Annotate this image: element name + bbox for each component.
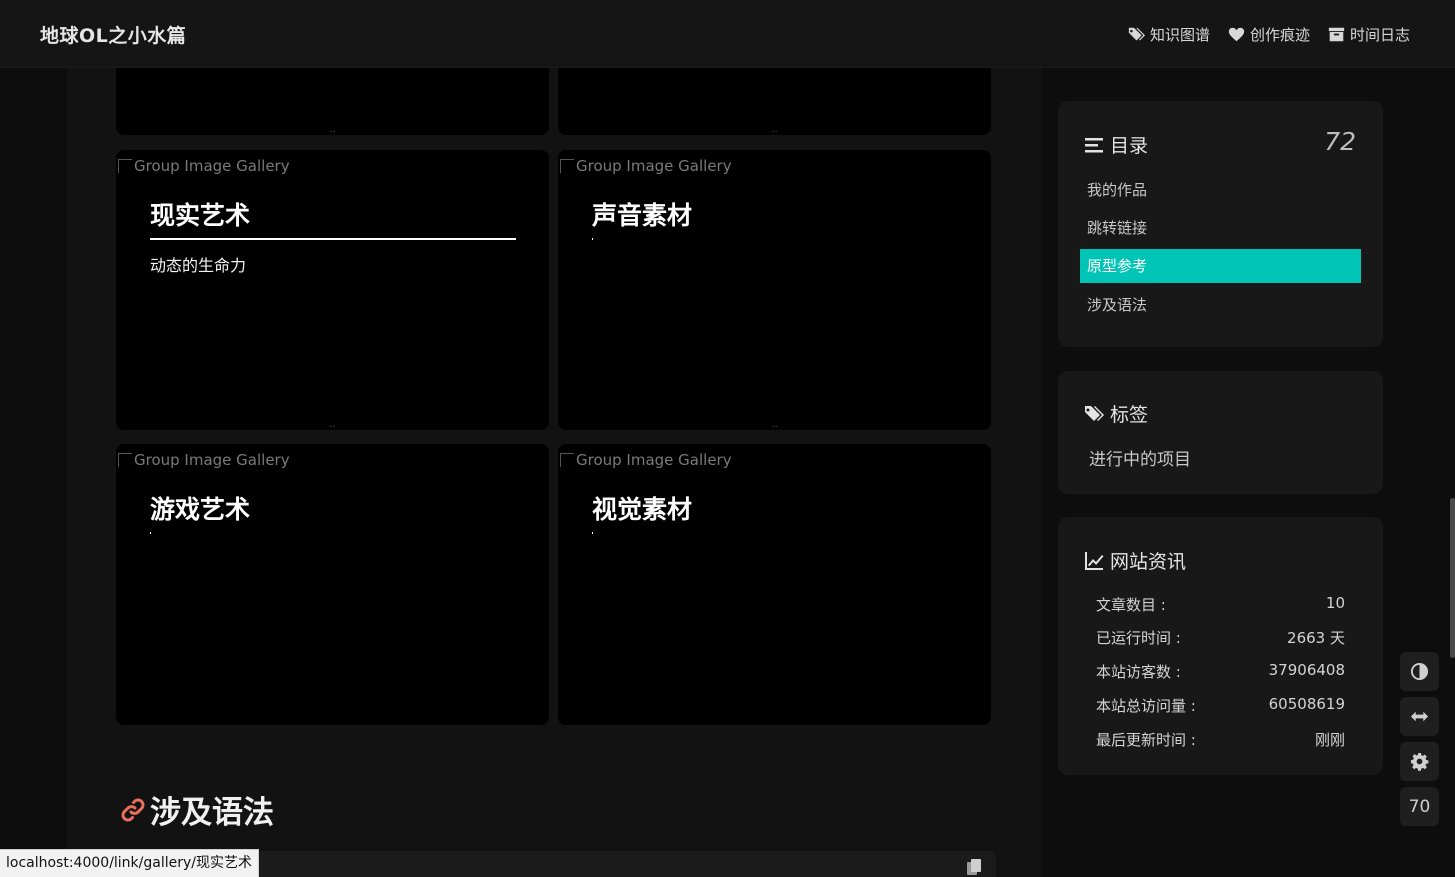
- stat-value: 刚刚: [1314, 731, 1345, 749]
- header: 地球OL之小水篇 知识图谱 创作痕迹 时间日志: [0, 0, 1455, 68]
- settings-button[interactable]: [1400, 742, 1439, 781]
- archive-icon: [1328, 27, 1345, 42]
- gallery-card-game-art[interactable]: Group Image Gallery 游戏艺术: [116, 444, 549, 725]
- line-chart-icon: [1085, 551, 1104, 570]
- card-footer: ··: [558, 425, 991, 430]
- toc-title: 目录: [1110, 135, 1149, 157]
- gallery-card-realistic-art[interactable]: Group Image Gallery 现实艺术 动态的生命力 ··: [116, 150, 549, 430]
- stat-label: 最后更新时间 :: [1096, 731, 1196, 749]
- card-title: 现实艺术: [150, 201, 251, 230]
- broken-image: Group Image Gallery: [118, 451, 290, 469]
- toc-card: 目录 72 我的作品 跳转链接 原型参考 涉及语法: [1058, 101, 1383, 347]
- title-underline: [150, 532, 151, 534]
- nav-item-knowledge-graph[interactable]: 知识图谱: [1128, 24, 1210, 45]
- nav-item-creation-traces[interactable]: 创作痕迹: [1228, 24, 1310, 45]
- toc-item-syntax[interactable]: 涉及语法: [1080, 288, 1361, 322]
- stat-row-article-count: 文章数目 : 10: [1096, 594, 1345, 615]
- title-underline: [150, 238, 516, 240]
- stat-value: 10: [1325, 594, 1345, 612]
- nav-item-time-log[interactable]: 时间日志: [1328, 24, 1410, 45]
- toc-item-jump-links[interactable]: 跳转链接: [1080, 211, 1361, 245]
- broken-image-icon: [560, 159, 574, 173]
- section-heading: 涉及语法: [118, 787, 274, 832]
- stat-row-last-update: 最后更新时间 : 刚刚: [1096, 729, 1345, 750]
- image-alt-text: Group Image Gallery: [134, 451, 290, 469]
- dark-mode-toggle-button[interactable]: [1400, 652, 1439, 691]
- half-circle-icon: [1410, 662, 1429, 681]
- card-footer: ··: [116, 425, 549, 430]
- card-footer: ··: [116, 130, 549, 135]
- broken-image: Group Image Gallery: [560, 451, 732, 469]
- card-footer: ··: [558, 130, 991, 135]
- card-description: 动态的生命力: [150, 256, 247, 275]
- site-info-header: 网站资讯: [1084, 547, 1186, 574]
- gear-icon: [1410, 752, 1429, 771]
- stat-row-uptime: 已运行时间 : 2663 天: [1096, 627, 1345, 648]
- stat-value: 60508619: [1268, 695, 1345, 713]
- site-title[interactable]: 地球OL之小水篇: [40, 21, 186, 48]
- broken-image: Group Image Gallery: [118, 157, 290, 175]
- tags-header: 标签: [1084, 400, 1148, 427]
- card-title: 视觉素材: [592, 495, 693, 524]
- tag-link[interactable]: 进行中的项目: [1089, 445, 1191, 470]
- copy-icon[interactable]: [966, 858, 982, 876]
- stat-value: 37906408: [1268, 661, 1345, 679]
- toc-item-prototype-reference[interactable]: 原型参考: [1080, 249, 1361, 283]
- toc-header: 目录: [1084, 131, 1148, 158]
- tags-icon: [1085, 405, 1104, 421]
- card-title: 声音素材: [592, 201, 693, 230]
- broken-image: Group Image Gallery: [560, 157, 732, 175]
- broken-image-icon: [560, 453, 574, 467]
- scroll-to-top-button[interactable]: 70: [1400, 787, 1439, 826]
- stat-label: 本站总访问量 :: [1096, 697, 1196, 715]
- stat-row-visitors: 本站访客数 : 37906408: [1096, 661, 1345, 682]
- arrows-horizontal-icon: [1410, 711, 1429, 722]
- heart-icon: [1228, 27, 1245, 42]
- toggle-width-button[interactable]: [1400, 697, 1439, 736]
- toc-progress: 72: [1324, 127, 1356, 156]
- page: 地球OL之小水篇 知识图谱 创作痕迹 时间日志 ·· ·· Group Imag…: [0, 0, 1455, 877]
- stat-label: 本站访客数 :: [1096, 663, 1181, 681]
- stat-value: 2663 天: [1287, 629, 1345, 647]
- image-alt-text: Group Image Gallery: [576, 451, 732, 469]
- nav-menu: 知识图谱 创作痕迹 时间日志: [1128, 24, 1410, 45]
- nav-item-label: 创作痕迹: [1249, 26, 1310, 44]
- nav-item-label: 知识图谱: [1149, 26, 1210, 44]
- image-alt-text: Group Image Gallery: [576, 157, 732, 175]
- broken-image-icon: [118, 159, 132, 173]
- gallery-card-visual-assets[interactable]: Group Image Gallery 视觉素材: [558, 444, 991, 725]
- list-icon: [1085, 137, 1103, 152]
- tags-icon: [1128, 27, 1145, 41]
- link-icon: [121, 798, 145, 821]
- toc-item-my-works[interactable]: 我的作品: [1080, 173, 1361, 207]
- tags-title: 标签: [1110, 404, 1149, 426]
- scrollbar-thumb[interactable]: [1450, 498, 1455, 658]
- gallery-card-sound-assets[interactable]: Group Image Gallery 声音素材 ··: [558, 150, 991, 430]
- status-bar-url: localhost:4000/link/gallery/现实艺术: [0, 849, 259, 877]
- stat-row-page-views: 本站总访问量 : 60508619: [1096, 695, 1345, 716]
- stat-label: 文章数目 :: [1096, 596, 1166, 614]
- stat-label: 已运行时间 :: [1096, 629, 1181, 647]
- broken-image-icon: [118, 453, 132, 467]
- image-alt-text: Group Image Gallery: [134, 157, 290, 175]
- tags-card: 标签 进行中的项目: [1058, 371, 1383, 494]
- site-info-card: 网站资讯 文章数目 : 10 已运行时间 : 2663 天 本站访客数 : 37…: [1058, 517, 1383, 775]
- title-underline: [592, 532, 593, 534]
- section-heading-text: 涉及语法: [150, 795, 274, 831]
- site-info-title: 网站资讯: [1110, 551, 1187, 573]
- title-underline: [592, 238, 593, 240]
- nav-item-label: 时间日志: [1349, 26, 1410, 44]
- card-title: 游戏艺术: [150, 495, 251, 524]
